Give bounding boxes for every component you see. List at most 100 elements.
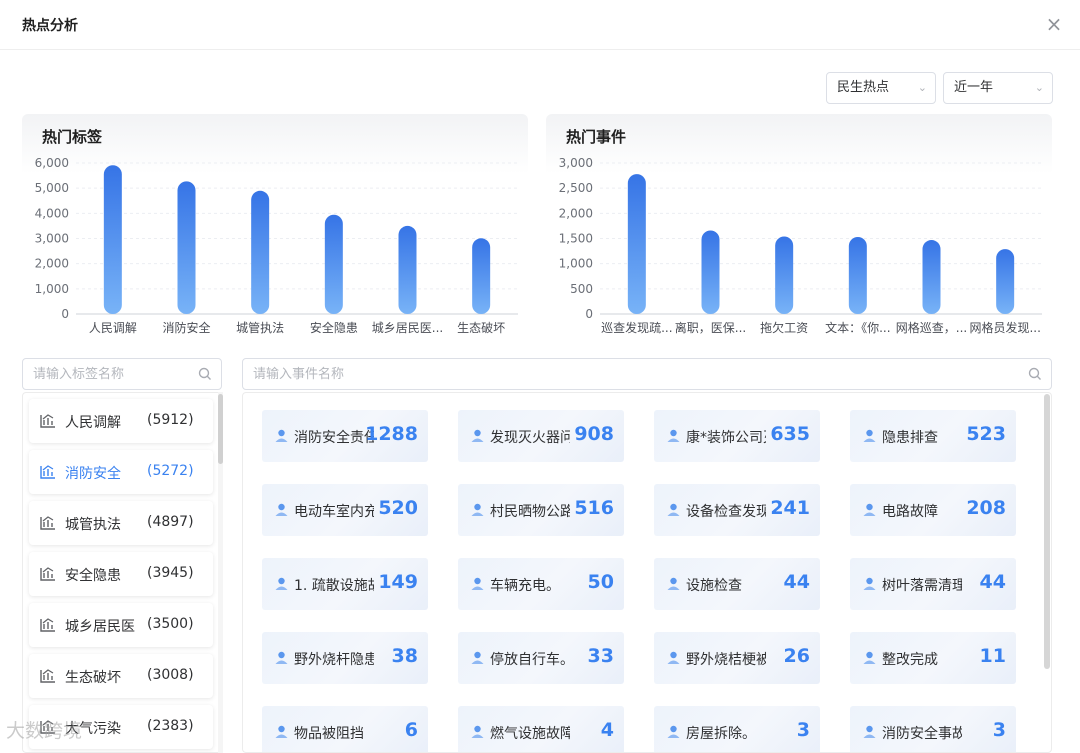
- period-select[interactable]: 近一年 ⌄: [943, 72, 1053, 104]
- event-card[interactable]: 车辆充电。 50: [458, 558, 624, 610]
- event-user-icon: [863, 725, 876, 738]
- category-select-value: 民生热点: [837, 80, 890, 95]
- tag-chart-icon: [40, 516, 55, 530]
- chevron-down-icon: ⌄: [917, 81, 927, 94]
- x-tick-label: 拖欠工资: [760, 320, 808, 335]
- tag-item[interactable]: 生态破坏 (3008): [29, 654, 213, 698]
- event-card[interactable]: 设施检查 44: [654, 558, 820, 610]
- bar: [472, 238, 491, 314]
- tag-search-input[interactable]: [23, 359, 221, 389]
- scrollbar-thumb[interactable]: [1044, 394, 1050, 669]
- event-user-icon: [863, 577, 876, 590]
- watermark: 大数跨境: [6, 720, 83, 742]
- event-card-count: 44: [783, 571, 810, 593]
- event-card[interactable]: 隐患排查 523: [850, 410, 1016, 462]
- event-card-name: 野外烧桔梗被巡: [686, 652, 766, 668]
- bar: [324, 214, 343, 314]
- event-user-icon: [863, 429, 876, 442]
- event-user-icon: [667, 429, 680, 442]
- event-card[interactable]: 1. 疏散设施故障149: [262, 558, 428, 610]
- event-card[interactable]: 发现灭火器问题908: [458, 410, 624, 462]
- tag-item[interactable]: 安全隐患 (3945): [29, 552, 213, 596]
- event-card[interactable]: 野外烧杆隐患多 38: [262, 632, 428, 684]
- tag-item[interactable]: 消防安全 (5272): [29, 450, 213, 494]
- bar: [922, 240, 941, 314]
- event-card[interactable]: 停放自行车。 33: [458, 632, 624, 684]
- tag-item[interactable]: 城乡居民医 (3500): [29, 603, 213, 647]
- x-tick-label: 离职，医保...: [675, 320, 746, 335]
- x-tick-label: 网格员发现...: [969, 320, 1040, 335]
- event-card-count: 516: [574, 497, 614, 519]
- tag-item-label: 人民调解: [65, 415, 121, 431]
- chevron-down-icon: ⌄: [1034, 81, 1044, 94]
- event-card-count: 520: [378, 497, 418, 519]
- y-tick-label: 5,000: [35, 181, 69, 195]
- event-card-count: 11: [979, 645, 1006, 667]
- event-card[interactable]: 村民晒物公路占516: [458, 484, 624, 536]
- y-tick-label: 0: [61, 307, 69, 321]
- event-card[interactable]: 电路故障 208: [850, 484, 1016, 536]
- event-card-name: 树叶落需清理。: [882, 578, 962, 594]
- category-select[interactable]: 民生热点 ⌄: [826, 72, 936, 104]
- tag-item[interactable]: 人民调解 (5912): [29, 399, 213, 443]
- bar: [627, 174, 646, 314]
- event-card-count: 635: [770, 423, 810, 445]
- hot-events-panel: 热门事件 0 500 1,000 1,500 2,000 2,500 3,000 巡查发现疏.…: [546, 114, 1052, 342]
- y-tick-label: 1,000: [35, 282, 69, 296]
- bar: [996, 249, 1015, 314]
- tag-chart-icon: [40, 414, 55, 428]
- event-card[interactable]: 设备检查发现 241: [654, 484, 820, 536]
- event-card-count: 3: [796, 719, 810, 741]
- tag-item[interactable]: 城管执法 (4897): [29, 501, 213, 545]
- y-tick-label: 4,000: [35, 206, 69, 220]
- event-card[interactable]: 物品被阻挡 6: [262, 706, 428, 752]
- event-card[interactable]: 康*装饰公司灭635: [654, 410, 820, 462]
- search-icon[interactable]: [1027, 366, 1043, 382]
- event-card[interactable]: 燃气设施故障 4: [458, 706, 624, 752]
- scrollbar-thumb[interactable]: [218, 394, 223, 464]
- event-user-icon: [863, 651, 876, 664]
- dialog-header: 热点分析 ×: [0, 0, 1080, 50]
- event-grid-scrollbar[interactable]: [1044, 392, 1050, 753]
- event-card-name: 消防安全事故: [882, 726, 962, 742]
- event-card[interactable]: 整改完成 11: [850, 632, 1016, 684]
- event-card-count: 908: [574, 423, 614, 445]
- tag-list-scrollbar[interactable]: [218, 392, 223, 753]
- close-icon[interactable]: ×: [1040, 10, 1068, 38]
- event-card-count: 3: [992, 719, 1006, 741]
- event-card[interactable]: 消防安全事故 3: [850, 706, 1016, 752]
- bar: [177, 181, 196, 314]
- event-user-icon: [471, 429, 484, 442]
- tag-item-count: (5272): [147, 463, 194, 479]
- event-card[interactable]: 消防安全责任 1288: [262, 410, 428, 462]
- event-user-icon: [275, 429, 288, 442]
- event-user-icon: [471, 725, 484, 738]
- x-tick-label: 巡查发现疏...: [601, 320, 672, 335]
- bar: [775, 236, 794, 314]
- event-search-box: [242, 358, 1052, 390]
- hot-tags-bar-chart: 0 1,000 2,000 3,000 4,000 5,000 6,000 人民调解 消防安全 城…: [35, 156, 518, 335]
- event-card-count: 50: [587, 571, 614, 593]
- event-card-name: 康*装饰公司灭: [686, 430, 766, 446]
- tag-chart-icon: [40, 465, 55, 479]
- event-card[interactable]: 树叶落需清理。 44: [850, 558, 1016, 610]
- tag-search-box: [22, 358, 222, 390]
- x-tick-label: 生态破坏: [457, 320, 505, 335]
- event-card-count: 26: [783, 645, 810, 667]
- event-search-input[interactable]: [243, 359, 1051, 389]
- event-card[interactable]: 电动车室内充电520: [262, 484, 428, 536]
- tag-item-count: (3008): [147, 667, 194, 683]
- event-card[interactable]: 房屋拆除。 3: [654, 706, 820, 752]
- event-card-name: 1. 疏散设施故障: [294, 578, 374, 594]
- event-user-icon: [275, 577, 288, 590]
- event-card-count: 4: [600, 719, 614, 741]
- event-user-icon: [667, 503, 680, 516]
- search-icon[interactable]: [197, 366, 213, 382]
- period-select-value: 近一年: [954, 80, 994, 95]
- event-user-icon: [667, 651, 680, 664]
- event-card-name: 野外烧杆隐患多: [294, 652, 374, 668]
- y-tick-label: 6,000: [35, 156, 69, 170]
- tag-item-count: (3945): [147, 565, 194, 581]
- event-card[interactable]: 野外烧桔梗被巡 26: [654, 632, 820, 684]
- hot-tags-panel: 热门标签 0 1,000 2,000 3,000 4,000 5,000 6,000 人民调解…: [22, 114, 528, 342]
